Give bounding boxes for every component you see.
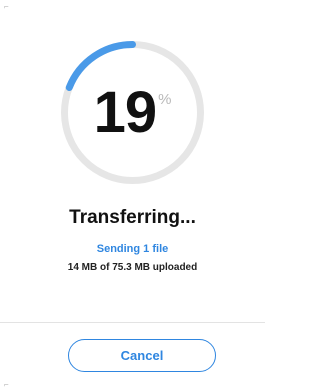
percent-number: 19 [93,79,158,145]
status-subtitle: Sending 1 file [96,243,169,255]
corner-mark-icon: ⌐ [4,2,9,11]
percent-sign: % [158,91,172,108]
progress-ring: 19 % [60,40,205,185]
cancel-button[interactable]: Cancel [68,339,216,372]
transfer-dialog: ⌐ 19 % Transferring... Sending 1 file 14… [0,0,265,392]
status-title: Transferring... [69,207,196,228]
divider [0,322,265,323]
corner-mark-icon: ⌐ [4,380,9,389]
upload-detail: 14 MB of 75.3 MB uploaded [67,262,198,273]
percent-display: 19 % [60,40,205,185]
